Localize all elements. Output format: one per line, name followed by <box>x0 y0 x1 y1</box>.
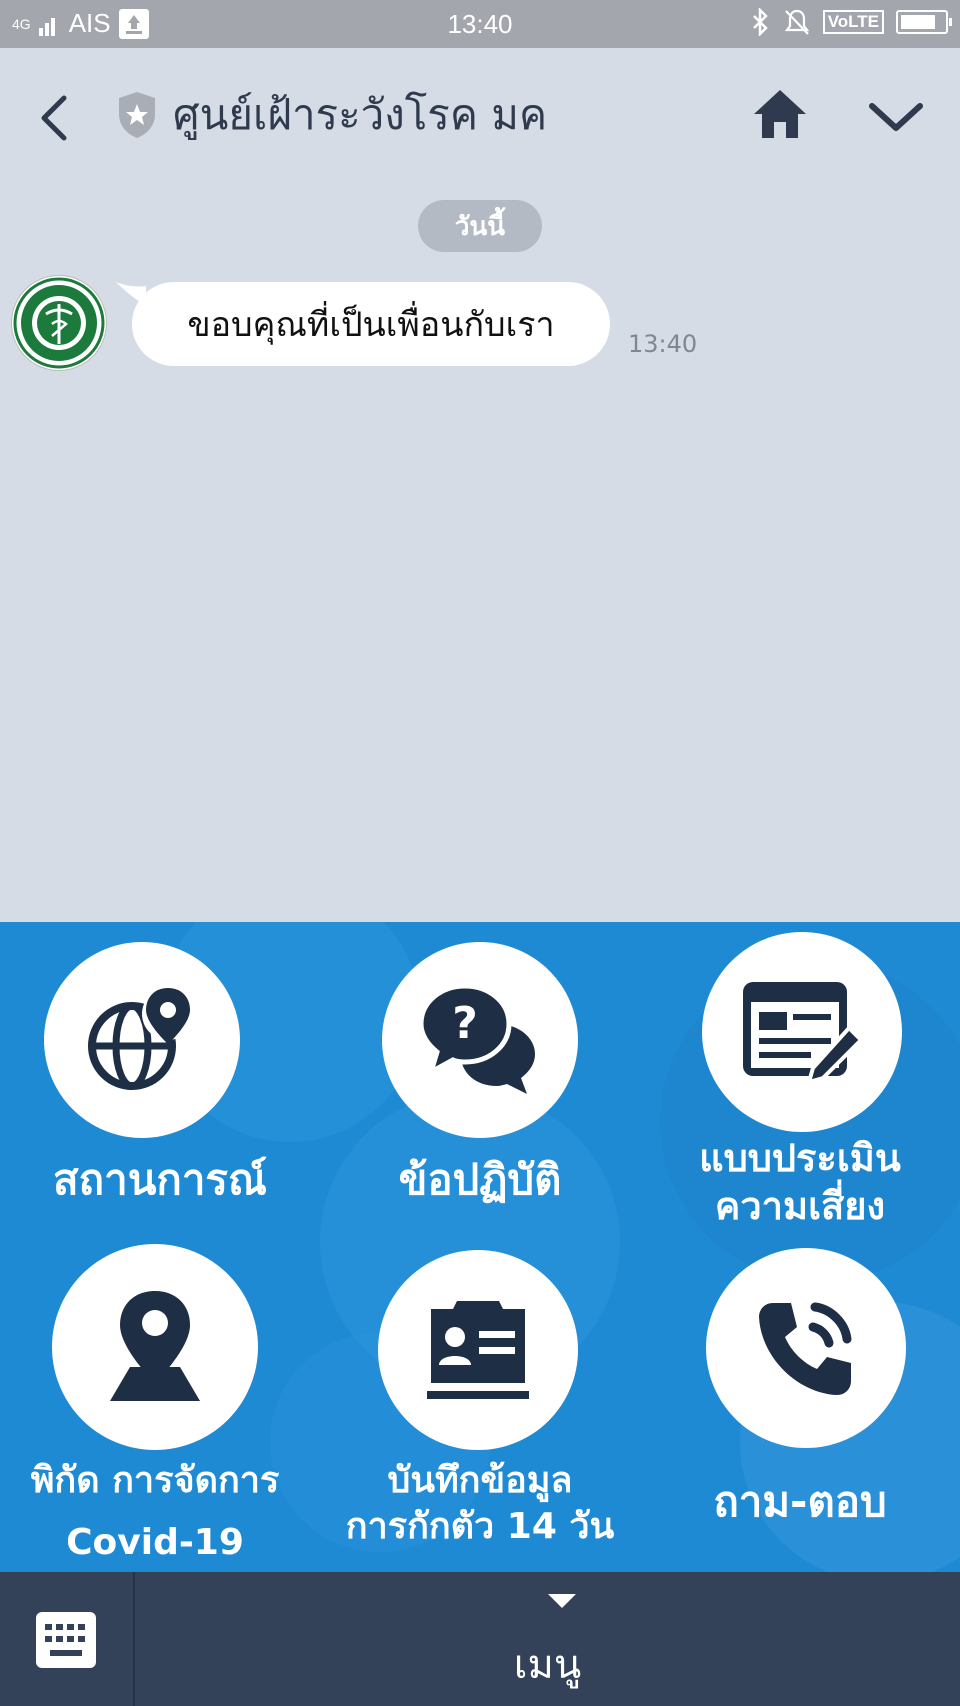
menu-tile-guidelines[interactable]: ? ข้อปฏิบัติ <box>340 928 620 1228</box>
covid-locations-circle <box>52 1244 258 1450</box>
official-shield-icon <box>119 92 155 138</box>
battery-icon <box>896 10 952 34</box>
covid-locations-label: พิกัด การจัดการ Covid-19 <box>10 1450 300 1572</box>
menu-tile-situation[interactable]: สถานการณ์ <box>20 928 300 1228</box>
header-title-area: ศูนย์เฝ้าระวังโรค มค <box>115 82 547 148</box>
ministry-logo-icon <box>13 277 105 369</box>
status-bar: 4G AIS 13:40 VoLTE <box>0 0 960 48</box>
situation-circle <box>44 942 240 1138</box>
menu-tile-risk-assessment[interactable]: แบบประเมิน ความเสี่ยง <box>660 928 940 1228</box>
caret-down-icon <box>548 1594 576 1608</box>
guidelines-circle: ? <box>382 942 578 1138</box>
keyboard-icon <box>36 1612 96 1668</box>
risk-assessment-label: แบบประเมิน ความเสี่ยง <box>660 1134 940 1230</box>
quarantine-log-label-line1: บันทึกข้อมูล <box>387 1460 573 1501</box>
situation-label: สถานการณ์ <box>53 1155 267 1204</box>
bluetooth-icon <box>752 8 768 36</box>
form-edit-icon <box>743 982 864 1085</box>
menu-label: เมนู <box>513 1642 582 1688</box>
map-pin-icon <box>110 1291 200 1401</box>
keyboard-button[interactable] <box>0 1572 135 1706</box>
battery-level <box>901 15 935 29</box>
status-right: VoLTE <box>751 8 952 36</box>
menu-tile-qa[interactable]: ถาม-ตอบ <box>660 1238 940 1568</box>
volte-badge: VoLTE <box>822 10 884 34</box>
rich-menu: สถานการณ์ ? ข้อปฏิบัติ แบบประเมิน ความเส… <box>0 922 960 1572</box>
message-timestamp: 13:40 <box>628 330 698 358</box>
risk-assessment-label-line2: ความเสี่ยง <box>714 1184 886 1228</box>
risk-assessment-label-line1: แบบประเมิน <box>699 1136 901 1180</box>
avatar[interactable] <box>12 276 106 370</box>
covid-locations-label-line1: พิกัด การจัดการ <box>30 1460 280 1501</box>
qa-label: ถาม-ตอบ <box>713 1477 887 1526</box>
globe-pin-icon <box>88 988 194 1090</box>
question-chat-icon: ? <box>418 983 535 1094</box>
phone-call-icon <box>759 1302 852 1395</box>
chevron-down-icon[interactable] <box>864 92 928 142</box>
svg-text:?: ? <box>452 998 478 1049</box>
id-card-icon <box>427 1301 529 1399</box>
back-button[interactable] <box>30 88 80 148</box>
chat-header: ศูนย์เฝ้าระวังโรค มค <box>0 48 960 178</box>
bottom-bar: เมนู <box>0 1572 960 1706</box>
page-title: ศูนย์เฝ้าระวังโรค มค <box>173 90 548 139</box>
quarantine-log-circle <box>378 1250 578 1450</box>
menu-tile-quarantine-log[interactable]: บันทึกข้อมูล การกักตัว 14 วัน <box>330 1238 630 1568</box>
quarantine-log-label: บันทึกข้อมูล การกักตัว 14 วัน <box>330 1458 630 1550</box>
message-bubble[interactable]: ขอบคุณที่เป็นเพื่อนกับเรา <box>132 282 610 366</box>
covid-locations-label-line2: Covid-19 <box>66 1522 244 1563</box>
menu-toggle-button[interactable]: เมนู <box>135 1572 960 1706</box>
home-button[interactable] <box>750 84 810 144</box>
date-separator: วันนี้ <box>418 200 542 252</box>
silent-bell-icon <box>784 9 809 35</box>
qa-circle <box>706 1248 906 1448</box>
quarantine-log-label-line2: การกักตัว 14 วัน <box>345 1506 615 1547</box>
message-text: ขอบคุณที่เป็นเพื่อนกับเรา <box>187 305 555 345</box>
menu-tile-covid-locations[interactable]: พิกัด การจัดการ Covid-19 <box>10 1238 300 1568</box>
guidelines-label: ข้อปฏิบัติ <box>398 1155 562 1204</box>
risk-assessment-circle <box>702 932 902 1132</box>
